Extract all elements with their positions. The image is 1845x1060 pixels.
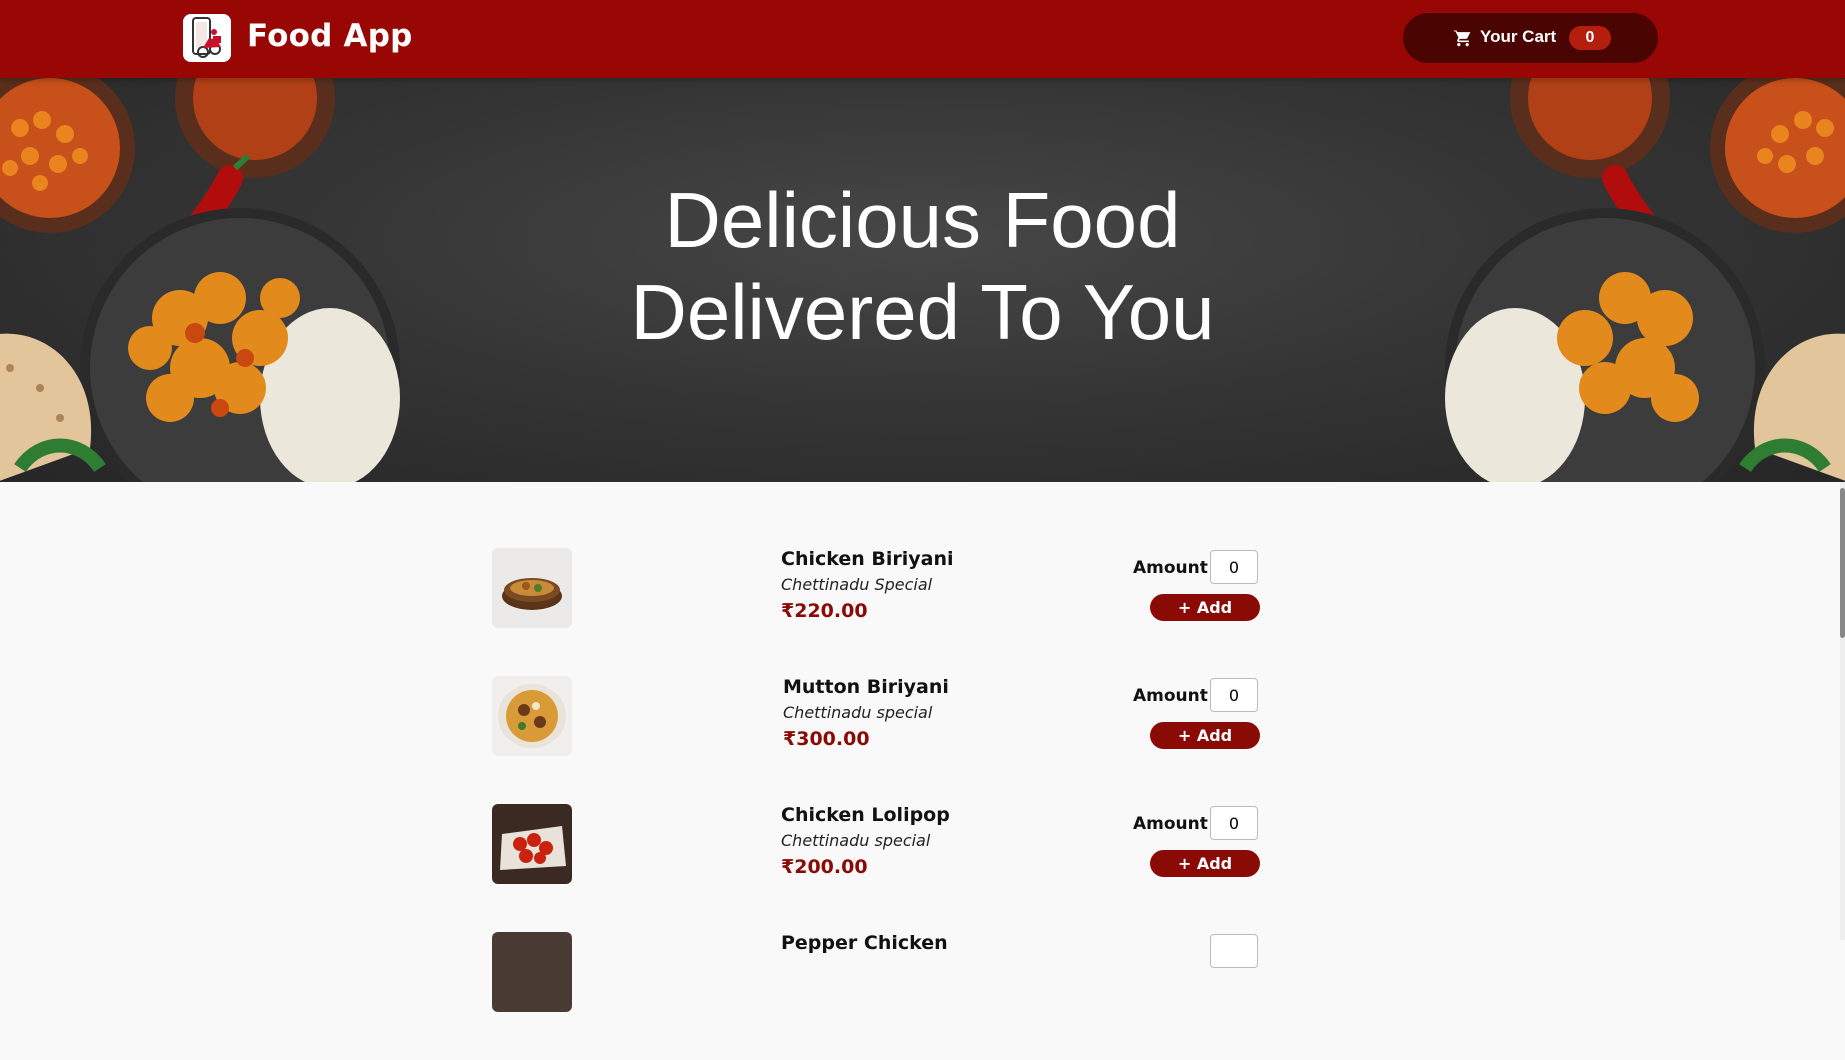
meal-name: Chicken Lolipop [781,804,950,826]
cart-label: Your Cart [1480,27,1557,46]
meal-description: Chettinadu Special [781,575,933,594]
meal-image [492,804,572,884]
hero-heading-line2: Delivered To You [630,268,1215,356]
amount-input[interactable] [1210,550,1258,584]
app-title: Food App [247,18,413,54]
scrollbar-thumb[interactable] [1840,488,1845,638]
meals-list: Chicken Biriyani Chettinadu Special ₹220… [492,548,1262,1060]
meal-name: Pepper Chicken [781,932,948,954]
amount-label: Amount [1133,558,1208,578]
app-logo-icon[interactable] [183,14,231,62]
amount-input[interactable] [1210,934,1258,968]
hero-heading-line1: Delicious Food [664,176,1181,264]
page-scrollbar[interactable] [1840,482,1845,940]
meal-item: Pepper Chicken [492,932,1262,1060]
hero-banner: Delicious Food Delivered To You [0,78,1845,482]
meal-image [492,932,572,1012]
amount-label: Amount [1133,686,1208,706]
add-to-cart-button[interactable]: + Add [1150,594,1260,621]
meal-description: Chettinadu special [781,831,931,850]
meal-item: Chicken Biriyani Chettinadu Special ₹220… [492,548,1262,676]
meal-name: Chicken Biriyani [781,548,954,570]
amount-input[interactable] [1210,806,1258,840]
meal-image [492,676,572,756]
meal-price: ₹300.00 [783,728,870,750]
meal-description: Chettinadu special [783,703,933,722]
meal-image [492,548,572,628]
your-cart-button[interactable]: Your Cart 0 [1403,13,1658,63]
add-to-cart-button[interactable]: + Add [1150,722,1260,749]
amount-label: Amount [1133,814,1208,834]
cart-count-badge: 0 [1569,26,1611,50]
meal-item: Chicken Lolipop Chettinadu special ₹200.… [492,804,1262,932]
top-navbar: Food App Your Cart 0 [0,0,1845,78]
hero-heading: Delicious Food Delivered To You [0,174,1845,358]
cart-icon [1453,28,1473,48]
amount-input[interactable] [1210,678,1258,712]
meal-price: ₹200.00 [781,856,868,878]
meal-name: Mutton Biriyani [783,676,949,698]
add-to-cart-button[interactable]: + Add [1150,850,1260,877]
meal-price: ₹220.00 [781,600,868,622]
meal-item: Mutton Biriyani Chettinadu special ₹300.… [492,676,1262,804]
